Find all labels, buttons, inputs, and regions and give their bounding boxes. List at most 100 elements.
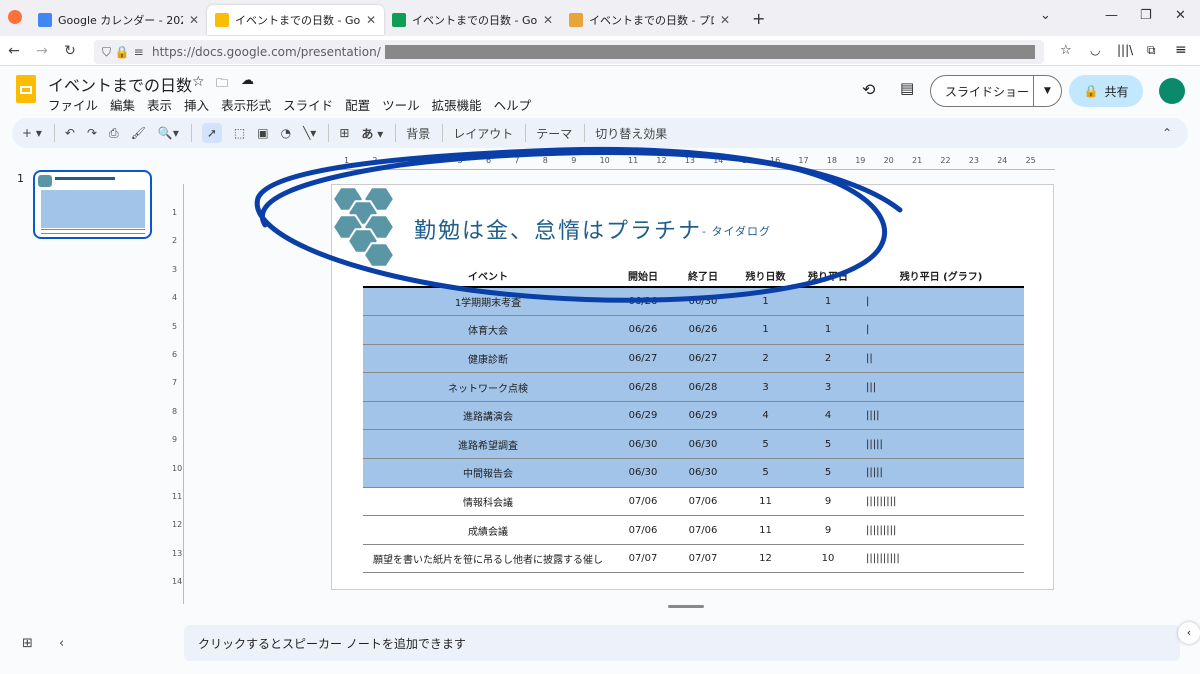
menu-item[interactable]: 表示形式: [221, 95, 271, 114]
comments-icon[interactable]: ▤: [900, 79, 914, 97]
tab-favicon-icon: [38, 13, 52, 27]
close-tab-icon[interactable]: ✕: [543, 13, 553, 27]
cell-weekdays: 9: [798, 487, 858, 517]
menu-item[interactable]: 拡張機能: [432, 95, 482, 114]
menu-item[interactable]: 配置: [345, 95, 370, 114]
textbox-icon[interactable]: ⬚: [234, 126, 245, 140]
tab-favicon-icon: [569, 13, 583, 27]
url-bar[interactable]: ⛉ 🔒 ≡ https://docs.google.com/presentati…: [94, 40, 1044, 64]
ruler-tick-label: 14: [172, 577, 183, 587]
column-header: 開始日: [613, 265, 673, 288]
speaker-notes[interactable]: クリックするとスピーカー ノートを追加できます: [184, 625, 1180, 661]
horizontal-ruler[interactable]: 1 2 3 4 5 6 7 8 9 10 11 12 13 14 15 16 17 18 19 20 21 22 23 24 2…: [330, 152, 1055, 170]
slideshow-button[interactable]: スライドショー ▼: [930, 75, 1062, 107]
table-row[interactable]: 願望を書いた紙片を笹に吊るし他者に披露する催し 07/07 07/07 12 10 |||…: [363, 544, 1024, 574]
table-row[interactable]: 中間報告会 06/30 06/30 5 5 |||||: [363, 458, 1024, 488]
notes-collapse-icon[interactable]: ‹: [1178, 622, 1200, 644]
menu-item[interactable]: 挿入: [184, 95, 209, 114]
browser-tab[interactable]: イベントまでの日数 - プロジェクト編 ✕: [561, 5, 738, 35]
table-row[interactable]: ネットワーク点検 06/28 06/28 3 3 |||: [363, 372, 1024, 402]
close-tab-icon[interactable]: ✕: [189, 13, 199, 27]
table-row[interactable]: 体育大会 06/26 06/26 1 1 |: [363, 315, 1024, 345]
bookmark-star-icon[interactable]: ☆: [1060, 43, 1072, 58]
paint-format-icon[interactable]: 🖌: [131, 126, 146, 140]
list-tabs-icon[interactable]: ⌄: [1040, 8, 1051, 23]
transition-button[interactable]: 切り替え効果: [595, 125, 667, 142]
cell-start: 06/26: [613, 287, 673, 317]
cell-event: 願望を書いた紙片を笹に吊るし他者に披露する催し: [363, 544, 613, 574]
zoom-icon[interactable]: 🔍▾: [158, 126, 179, 140]
minimize-icon[interactable]: —: [1105, 8, 1118, 23]
restore-icon[interactable]: ❐: [1140, 8, 1152, 23]
layout-button[interactable]: レイアウト: [453, 125, 513, 142]
table-row[interactable]: 健康診断 06/27 06/27 2 2 ||: [363, 344, 1024, 374]
theme-button[interactable]: テーマ: [536, 125, 572, 142]
column-header: 残り日数: [733, 265, 798, 288]
menu-item[interactable]: ヘルプ: [494, 95, 532, 114]
close-tab-icon[interactable]: ✕: [366, 13, 376, 27]
cell-days: 3: [733, 372, 798, 402]
reload-icon[interactable]: ↻: [56, 43, 84, 59]
new-slide-icon[interactable]: + ▾: [22, 126, 42, 140]
grid-view-icon[interactable]: ⊞: [22, 636, 33, 651]
cell-graph: |||||: [858, 458, 1024, 488]
share-button[interactable]: 🔒 共有: [1069, 75, 1143, 107]
document-title[interactable]: イベントまでの日数: [48, 72, 192, 96]
table-row[interactable]: 進路希望調査 06/30 06/30 5 5 |||||: [363, 429, 1024, 460]
library-icon[interactable]: |||\: [1117, 43, 1133, 57]
slides-logo-icon[interactable]: [16, 75, 36, 103]
select-icon[interactable]: ➚: [201, 123, 222, 143]
events-table[interactable]: イベント 開始日 終了日 残り日数 残り平日 残り平日 (グラフ) 1学期期末考査 06/2…: [363, 265, 1024, 574]
undo-icon[interactable]: ↶: [65, 126, 75, 140]
back-icon[interactable]: ←: [0, 43, 28, 59]
collapse-toolbar-icon[interactable]: ⌃: [1162, 126, 1172, 140]
ruler-tick-label: 15: [741, 156, 752, 165]
shield-icon[interactable]: ⛉ 🔒 ≡: [102, 45, 144, 60]
close-tab-icon[interactable]: ✕: [720, 13, 730, 27]
menu-item[interactable]: スライド: [283, 95, 333, 114]
history-icon[interactable]: ⟲: [862, 80, 875, 99]
forward-icon[interactable]: →: [28, 43, 56, 59]
slide-title[interactable]: 勤勉は金、怠惰はプラチナ: [414, 213, 702, 245]
redo-icon[interactable]: ↷: [87, 126, 97, 140]
browser-tab[interactable]: Google カレンダー - 2023年 6月 2 ✕: [30, 5, 207, 35]
line-icon[interactable]: ╲▾: [303, 126, 316, 140]
slide-subtitle[interactable]: - タイダログ: [702, 223, 771, 239]
comment-add-icon[interactable]: ⊞: [339, 126, 349, 140]
text-style-button[interactable]: あ ▾: [361, 125, 383, 142]
firefox-icon[interactable]: [0, 9, 30, 28]
menu-item[interactable]: 編集: [110, 95, 135, 114]
collapse-panel-icon[interactable]: ‹: [59, 636, 64, 651]
resize-handle[interactable]: [668, 605, 704, 608]
slide-canvas[interactable]: 勤勉は金、怠惰はプラチナ - タイダログ イベント 開始日 終了日 残り日数 残り平日残…: [331, 184, 1054, 590]
bottom-left-controls: ⊞ ‹: [22, 636, 64, 651]
extensions-icon[interactable]: ⧉: [1147, 43, 1156, 58]
background-button[interactable]: 背景: [406, 125, 430, 142]
cell-end: 06/29: [673, 401, 733, 431]
close-window-icon[interactable]: ✕: [1175, 8, 1186, 23]
menu-item[interactable]: 表示: [147, 95, 172, 114]
pocket-icon[interactable]: ◡: [1090, 43, 1100, 57]
table-row[interactable]: 成績会議 07/06 07/06 11 9 |||||||||: [363, 515, 1024, 545]
menu-icon[interactable]: ≡: [1175, 42, 1187, 58]
browser-tab[interactable]: イベントまでの日数 - Google スプレ ✕: [384, 5, 561, 35]
table-row[interactable]: 進路講演会 06/29 06/29 4 4 ||||: [363, 401, 1024, 431]
menu-item[interactable]: ツール: [382, 95, 420, 114]
cell-graph: |: [858, 287, 1024, 317]
vertical-ruler[interactable]: 1 2 3 4 5 6 7 8 9 10 11 12 13 14: [170, 184, 184, 604]
browser-tab[interactable]: イベントまでの日数 - Google スライ ✕: [207, 5, 384, 35]
ruler-tick-label: 1: [344, 156, 350, 165]
new-tab-button[interactable]: +: [752, 9, 765, 28]
menu-item[interactable]: ファイル: [48, 95, 98, 114]
table-row[interactable]: 情報科会議 07/06 07/06 11 9 |||||||||: [363, 487, 1024, 517]
print-icon[interactable]: ⎙: [109, 126, 119, 141]
move-folder-icon[interactable]: 🗀: [216, 74, 228, 95]
slide-thumbnail[interactable]: [33, 170, 152, 239]
cell-graph: |||||||||: [858, 515, 1024, 545]
shape-icon[interactable]: ◔: [281, 126, 291, 140]
image-icon[interactable]: ▣: [257, 126, 268, 140]
table-row[interactable]: 1学期期末考査 06/26 06/30 1 1 |: [363, 287, 1024, 317]
star-icon[interactable]: ☆: [192, 74, 205, 90]
slideshow-dropdown-icon[interactable]: ▼: [1033, 76, 1061, 106]
avatar[interactable]: [1159, 78, 1185, 104]
